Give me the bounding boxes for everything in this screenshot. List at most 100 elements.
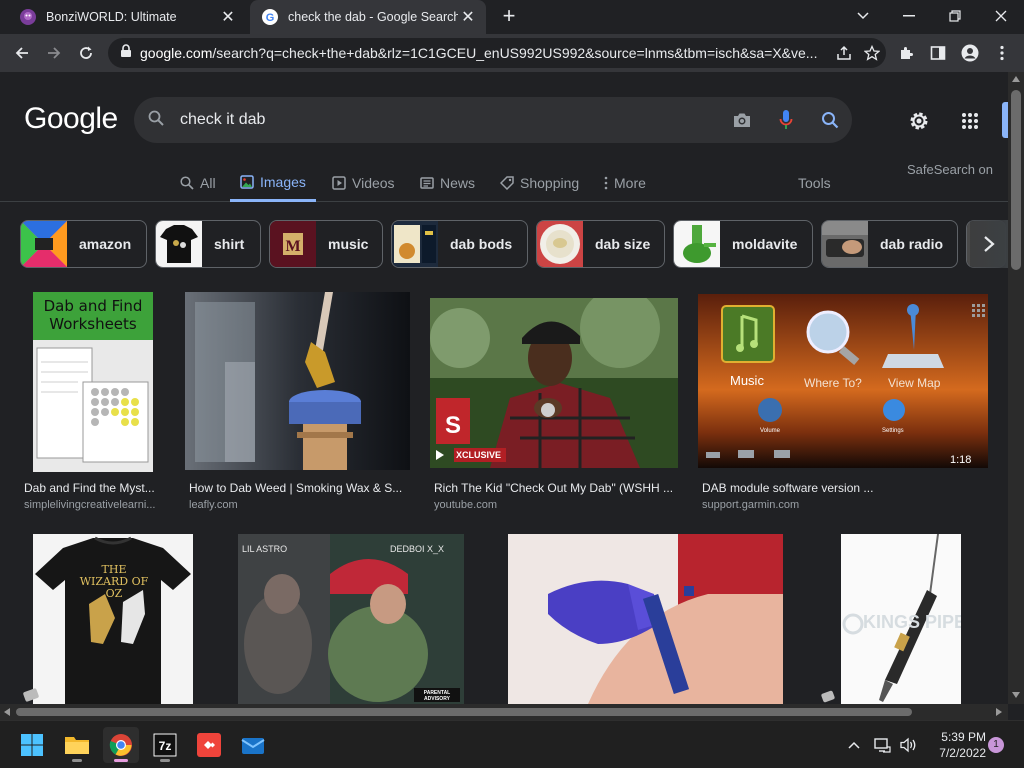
shirt-print-text: THE WIZARD OF OZ: [79, 563, 149, 600]
google-logo[interactable]: Google: [24, 102, 118, 136]
chips-next-arrow-icon[interactable]: [970, 220, 1008, 268]
result-thumbnail[interactable]: [508, 534, 783, 704]
search-submit-icon[interactable]: [808, 111, 852, 129]
result-source[interactable]: leafly.com: [189, 499, 238, 511]
search-type-tabs: All Images Videos News Shopping More Too…: [0, 164, 1008, 202]
result-caption[interactable]: Dab and Find the Myst...: [24, 481, 174, 495]
7zip-icon[interactable]: 7z: [147, 727, 183, 763]
taskbar-clock[interactable]: 5:39 PM 7/2/2022: [926, 729, 986, 761]
chip-moldavite[interactable]: moldavite: [673, 220, 813, 268]
anydesk-icon[interactable]: [191, 727, 227, 763]
image-result[interactable]: Dab and Find Worksheets Dab and Find the…: [24, 292, 174, 512]
chrome-taskbar-icon[interactable]: [103, 727, 139, 763]
vertical-scrollbar[interactable]: [1008, 72, 1024, 704]
scroll-down-arrow-icon[interactable]: [1012, 692, 1020, 698]
notification-badge[interactable]: 1: [988, 737, 1004, 753]
minimize-button[interactable]: [886, 0, 932, 32]
horizontal-scrollbar[interactable]: [0, 704, 1008, 720]
restore-button[interactable]: [932, 0, 978, 32]
chip-label: dab bods: [450, 236, 513, 252]
result-source[interactable]: support.garmin.com: [702, 499, 799, 511]
result-thumbnail[interactable]: THE WIZARD OF OZ: [33, 534, 193, 704]
image-result[interactable]: LIL ASTRO DEDBOI X_X PARENTAL ADVISORY: [238, 534, 464, 704]
scroll-up-arrow-icon[interactable]: [1012, 76, 1020, 82]
result-caption[interactable]: DAB module software version ...: [702, 481, 984, 495]
clock-date: 7/2/2022: [939, 746, 986, 760]
tab-all[interactable]: All: [180, 164, 216, 202]
image-result[interactable]: KINGS PIPE: [841, 534, 961, 704]
bookmark-star-icon[interactable]: [858, 45, 886, 61]
tab-strip: BonziWORLD: Ultimate ✕ G check the dab -…: [0, 0, 1024, 34]
show-hidden-icons-chevron-icon[interactable]: [844, 733, 864, 757]
tab-shopping[interactable]: Shopping: [500, 164, 579, 202]
parental-advisory-label: PARENTAL ADVISORY: [423, 690, 451, 702]
new-tab-button[interactable]: +: [498, 5, 520, 28]
close-tab-icon[interactable]: ✕: [458, 7, 478, 27]
result-thumbnail[interactable]: S XCLUSIVE: [430, 298, 678, 468]
forward-button[interactable]: [40, 39, 68, 67]
tab-more[interactable]: More: [604, 164, 646, 202]
result-thumbnail[interactable]: Music Where To? View Map Volume Settings…: [698, 294, 988, 468]
image-result[interactable]: Music Where To? View Map Volume Settings…: [698, 294, 988, 512]
settings-gear-icon[interactable]: [906, 108, 932, 134]
url-text: google.com/search?q=check+the+dab&rlz=1C…: [140, 45, 818, 61]
safesearch-status[interactable]: SafeSearch on: [907, 162, 993, 177]
chip-music[interactable]: M music: [269, 220, 383, 268]
horizontal-scroll-thumb[interactable]: [16, 708, 912, 716]
extensions-puzzle-icon[interactable]: [892, 39, 920, 67]
mail-icon[interactable]: [235, 727, 271, 763]
result-thumbnail[interactable]: LIL ASTRO DEDBOI X_X PARENTAL ADVISORY: [238, 534, 464, 704]
newspaper-icon: [420, 177, 434, 189]
chip-dab-radio[interactable]: dab radio: [821, 220, 958, 268]
result-caption[interactable]: Rich The Kid "Check Out My Dab" (WSHH ..…: [434, 481, 678, 495]
image-result[interactable]: [508, 534, 783, 704]
tab-news[interactable]: News: [420, 164, 475, 202]
google-apps-grid-icon[interactable]: [957, 108, 983, 134]
chip-shirt[interactable]: shirt: [155, 220, 261, 268]
lock-icon[interactable]: [120, 43, 132, 63]
tools-button[interactable]: Tools: [798, 164, 831, 202]
profile-avatar-icon[interactable]: [956, 39, 984, 67]
tab-videos[interactable]: Videos: [332, 164, 395, 202]
share-icon[interactable]: [830, 45, 858, 61]
cover-right-text: DEDBOI X_X: [390, 544, 445, 554]
microphone-icon[interactable]: [764, 109, 808, 131]
result-source[interactable]: simplelivingcreativelearni...: [24, 499, 174, 511]
chip-thumbnail: [822, 221, 868, 267]
browser-menu-icon[interactable]: [988, 39, 1016, 67]
result-thumbnail[interactable]: [185, 292, 410, 470]
file-explorer-icon[interactable]: [59, 727, 95, 763]
close-window-button[interactable]: [978, 0, 1024, 32]
tab-google-search[interactable]: G check the dab - Google Search ✕: [250, 0, 486, 34]
result-source[interactable]: youtube.com: [434, 499, 497, 511]
network-icon[interactable]: [872, 733, 892, 757]
chip-label: amazon: [79, 236, 132, 252]
google-favicon-icon: G: [262, 9, 278, 25]
image-result[interactable]: S XCLUSIVE Rich The Kid "Check Out My Da…: [430, 298, 678, 512]
chip-amazon[interactable]: amazon: [20, 220, 147, 268]
scroll-right-arrow-icon[interactable]: [996, 708, 1002, 716]
chip-dab-size[interactable]: dab size: [536, 220, 665, 268]
vertical-scroll-thumb[interactable]: [1011, 90, 1021, 270]
reload-button[interactable]: [72, 39, 100, 67]
tab-search-icon[interactable]: [840, 0, 886, 32]
result-thumbnail[interactable]: KINGS PIPE: [841, 534, 961, 704]
side-panel-icon[interactable]: [924, 39, 952, 67]
chip-dab-bods[interactable]: dab bods: [391, 220, 528, 268]
result-thumbnail[interactable]: Dab and Find Worksheets: [33, 292, 153, 472]
search-input[interactable]: check it dab: [180, 111, 720, 129]
image-result[interactable]: How to Dab Weed | Smoking Wax & S... lea…: [185, 292, 410, 512]
tab-title: BonziWORLD: Ultimate: [46, 10, 177, 24]
back-button[interactable]: [8, 39, 36, 67]
scroll-left-arrow-icon[interactable]: [4, 708, 10, 716]
close-tab-icon[interactable]: ✕: [218, 7, 238, 27]
windows-start-icon[interactable]: [14, 727, 50, 763]
volume-speaker-icon[interactable]: [898, 733, 918, 757]
tab-bonziworld[interactable]: BonziWORLD: Ultimate ✕: [8, 0, 246, 34]
camera-icon[interactable]: [720, 111, 764, 129]
search-box[interactable]: check it dab: [134, 97, 852, 143]
image-result[interactable]: THE WIZARD OF OZ: [33, 534, 193, 704]
result-caption[interactable]: How to Dab Weed | Smoking Wax & S...: [189, 481, 407, 495]
tab-images[interactable]: Images: [230, 164, 316, 202]
address-bar[interactable]: google.com/search?q=check+the+dab&rlz=1C…: [108, 38, 886, 68]
